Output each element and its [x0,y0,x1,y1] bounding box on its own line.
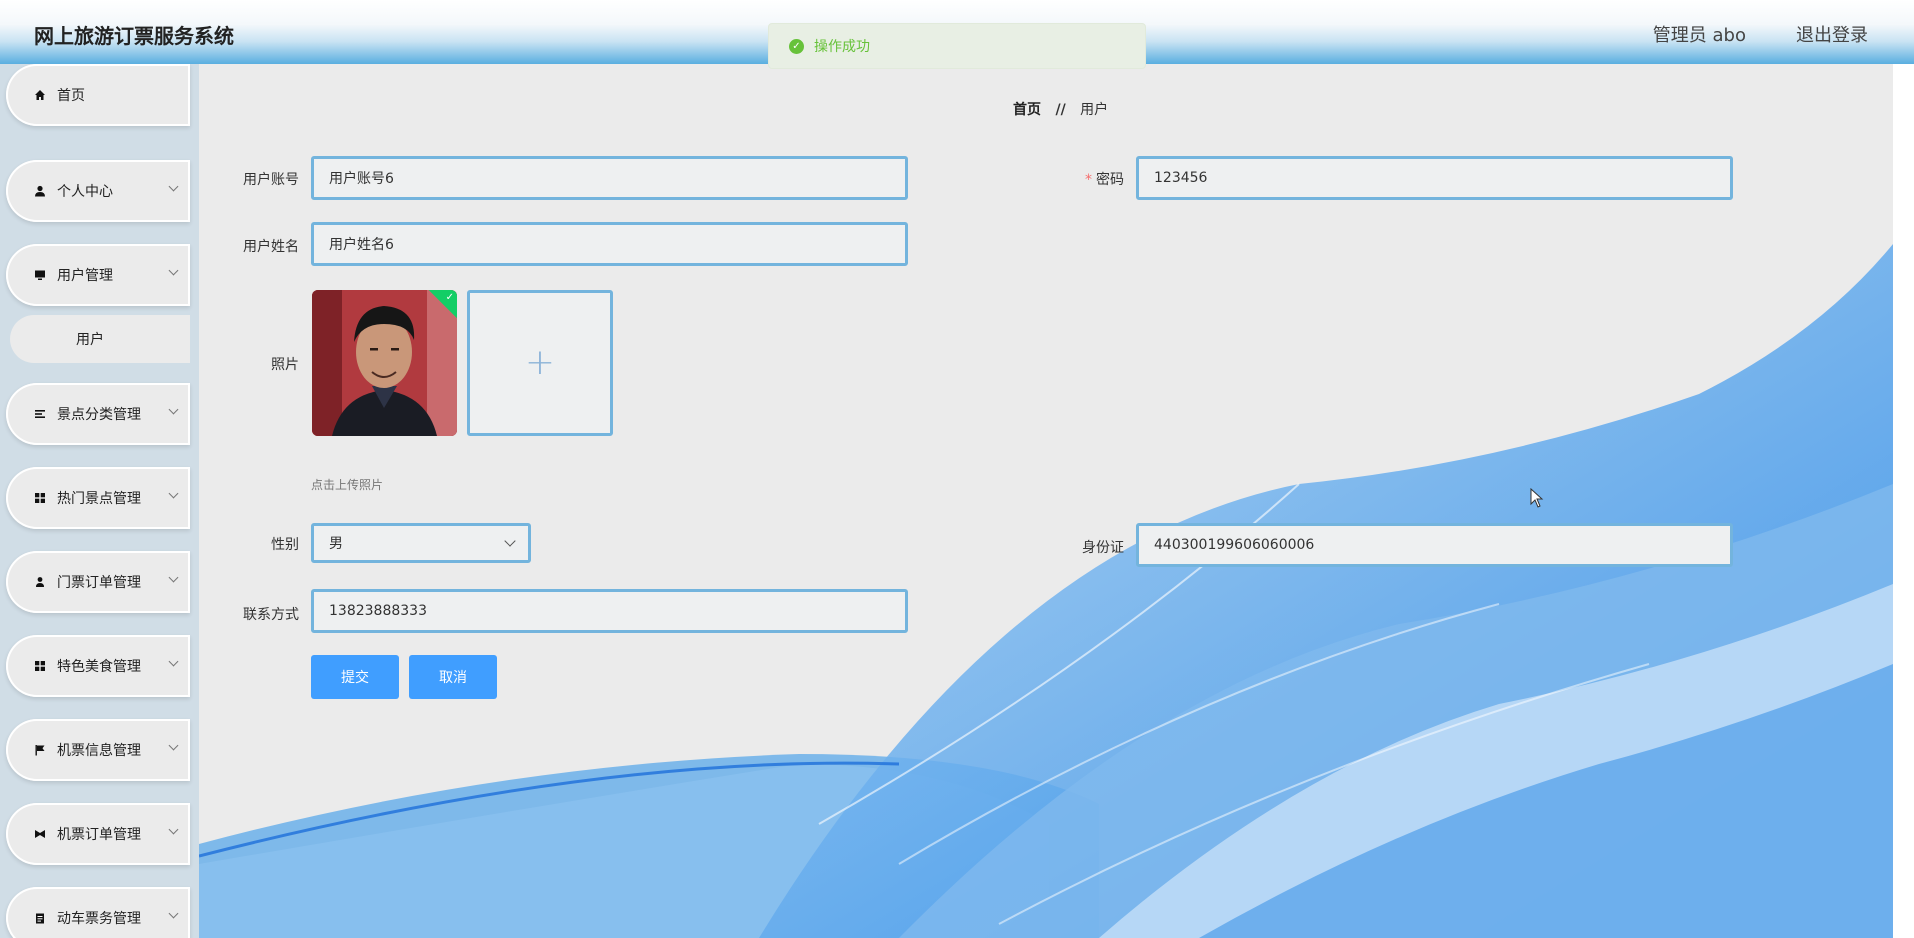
chevron-down-icon [168,488,179,499]
chevron-down-icon [168,265,179,276]
sidebar-item-label: 用户管理 [57,268,113,284]
logout-link[interactable]: 退出登录 [1796,21,1868,47]
password-label-text: 密码 [1096,172,1124,188]
sidebar-item-label: 机票订单管理 [57,827,141,843]
photo-label: 照片 [271,357,299,373]
sidebar-item-label: 门票订单管理 [57,575,141,591]
check-icon: ✓ [445,292,454,303]
gender-label: 性别 [271,537,299,553]
sidebar-item-label: 首页 [57,88,85,104]
success-check-icon: ✓ [789,38,804,54]
sidebar-item-ticket-orders[interactable]: 门票订单管理 [6,551,190,613]
chevron-down-icon [504,535,516,547]
gender-select[interactable]: 男 [311,523,531,563]
name-field[interactable] [311,222,908,266]
sidebar-item-hot-scenic[interactable]: 热门景点管理 [6,467,190,529]
monitor-icon [33,269,47,281]
chevron-down-icon [168,572,179,583]
sidebar-item-label: 热门景点管理 [57,491,141,507]
required-mark: * [1085,172,1092,188]
sidebar-item-train-tickets[interactable]: 动车票务管理 [6,887,190,938]
sidebar-item-special-food[interactable]: 特色美食管理 [6,635,190,697]
upload-photo-button[interactable]: + [467,290,613,436]
name-label: 用户姓名 [243,239,299,255]
cancel-button[interactable]: 取消 [409,655,497,699]
sidebar-item-personal-center[interactable]: 个人中心 [6,160,190,222]
password-label: * 密码 [1034,169,1124,189]
sidebar-item-label: 机票信息管理 [57,743,141,759]
sidebar-item-home[interactable]: 首页 [6,64,190,126]
sidebar-item-scenic-category[interactable]: 景点分类管理 [6,383,190,445]
chevron-down-icon [168,908,179,919]
sidebar-item-label: 特色美食管理 [57,659,141,675]
list-icon [33,408,47,420]
portrait-image [312,290,457,436]
grid-icon [33,660,47,672]
document-icon [33,912,47,924]
chevron-down-icon [168,181,179,192]
admin-username: 管理员 abo [1652,25,1746,46]
sidebar-item-user-management[interactable]: 用户管理 [6,244,190,306]
sidebar-item-flight-orders[interactable]: 机票订单管理 [6,803,190,865]
flag-icon [33,744,47,756]
chevron-down-icon [168,404,179,415]
submenu-item-label: 用户 [76,332,104,348]
sidebar-item-label: 景点分类管理 [57,407,141,423]
chevron-down-icon [168,824,179,835]
account-field[interactable] [311,156,908,200]
bowtie-icon [33,828,47,840]
contact-field[interactable] [311,589,908,633]
person-icon [33,576,47,588]
sidebar-item-label: 个人中心 [57,184,113,200]
id-card-label: 身份证 [1082,540,1124,556]
breadcrumb-home[interactable]: 首页 [1013,102,1041,118]
chevron-down-icon [168,656,179,667]
app-title: 网上旅游订票服务系统 [34,24,234,48]
plus-icon: + [524,342,556,383]
breadcrumb-separator: // [1055,102,1066,118]
chevron-down-icon [168,740,179,751]
grid-icon [33,492,47,504]
user-icon [33,185,47,197]
contact-label: 联系方式 [243,607,299,623]
submenu-item-user[interactable]: 用户 [10,315,190,363]
id-card-field[interactable] [1136,523,1733,567]
gender-selected-value: 男 [329,536,343,552]
sidebar: 首页 个人中心 用户管理 用户 景点分类管理 热门景点管理 门票订单管理 特色美… [0,64,199,938]
right-scroll-strip [1893,64,1914,938]
toast-message: 操作成功 [814,39,870,55]
account-label: 用户账号 [243,172,299,188]
breadcrumb: 首页 // 用户 [1013,99,1108,119]
password-field[interactable] [1136,156,1733,200]
submit-button[interactable]: 提交 [311,655,399,699]
success-toast: ✓ 操作成功 [768,23,1146,69]
sidebar-item-label: 动车票务管理 [57,911,141,927]
breadcrumb-current: 用户 [1080,102,1109,118]
home-icon [33,89,47,101]
uploaded-photo[interactable]: ✓ [312,290,457,436]
upload-tip: 点击上传照片 [311,478,384,492]
sidebar-item-flight-info[interactable]: 机票信息管理 [6,719,190,781]
main-content: 首页 // 用户 用户账号 *密码 用户姓名 照片 ✓ + 点击上传照片 性别 … [199,64,1914,938]
mouse-cursor-icon [1530,488,1544,508]
